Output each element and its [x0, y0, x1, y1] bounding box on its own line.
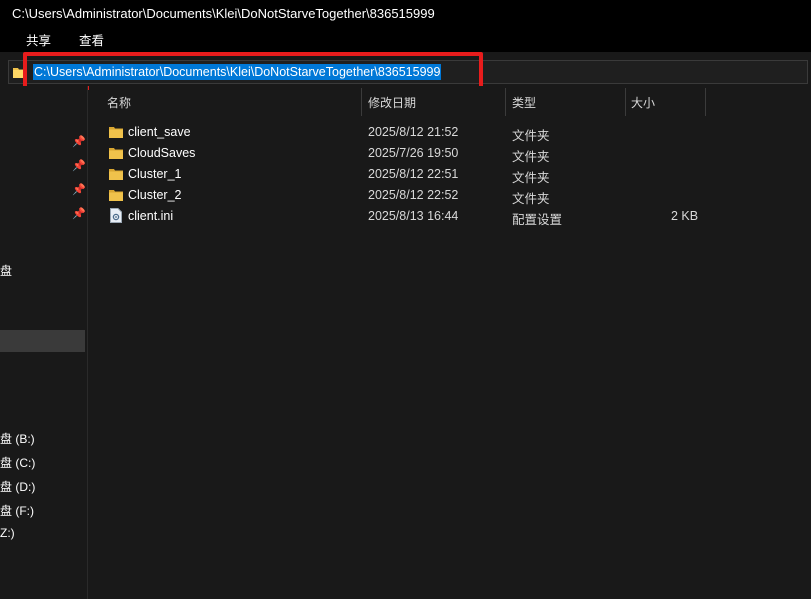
- column-divider[interactable]: [505, 88, 506, 116]
- tab-view[interactable]: 查看: [65, 30, 118, 49]
- file-row[interactable]: Cluster_2 2025/8/12 22:52 文件夹: [105, 185, 805, 206]
- folder-icon: [13, 67, 27, 78]
- navigation-pane: 📌 📌 📌 📌 盘 盘 (B:) 盘 (C:) 盘 (D:) 盘 (F:) Z:…: [0, 86, 88, 599]
- column-header-size[interactable]: 大小: [631, 90, 655, 114]
- settings-file-icon: [110, 208, 122, 223]
- column-divider[interactable]: [705, 88, 706, 116]
- file-type: 文件夹: [512, 171, 550, 185]
- file-type: 文件夹: [512, 192, 550, 206]
- sidebar-item-disk[interactable]: 盘: [0, 262, 12, 279]
- file-type: 文件夹: [512, 129, 550, 143]
- file-size: 2 KB: [671, 209, 699, 223]
- file-name: Cluster_2: [128, 188, 182, 202]
- file-row[interactable]: client_save 2025/8/12 21:52 文件夹: [105, 122, 805, 143]
- file-name: Cluster_1: [128, 167, 182, 181]
- file-list: 名称 修改日期 类型 大小 client_save 2025/8/12 21:5…: [89, 86, 811, 599]
- file-modified: 2025/8/12 22:51: [368, 167, 459, 181]
- file-type: 配置设置: [512, 213, 563, 227]
- file-modified: 2025/8/12 22:52: [368, 188, 459, 202]
- sidebar-item-selected[interactable]: [0, 330, 85, 352]
- column-header-type[interactable]: 类型: [512, 90, 536, 114]
- title-bar: C:\Users\Administrator\Documents\Klei\Do…: [0, 0, 811, 26]
- sidebar-item-drive-f[interactable]: 盘 (F:): [0, 502, 34, 519]
- file-name: client_save: [128, 125, 191, 139]
- pin-icon[interactable]: 📌: [72, 135, 86, 148]
- file-modified: 2025/8/13 16:44: [368, 209, 459, 223]
- address-bar: C:\Users\Administrator\Documents\Klei\Do…: [0, 58, 811, 86]
- column-header-name[interactable]: 名称: [107, 90, 131, 114]
- sidebar-item-drive-b[interactable]: 盘 (B:): [0, 430, 35, 447]
- pin-icon[interactable]: 📌: [72, 159, 86, 172]
- column-divider[interactable]: [625, 88, 626, 116]
- folder-icon: [109, 169, 123, 180]
- column-header-modified[interactable]: 修改日期: [368, 90, 416, 114]
- tab-share[interactable]: 共享: [12, 30, 65, 49]
- sidebar-item-drive-z[interactable]: Z:): [0, 526, 15, 540]
- sidebar-item-drive-d[interactable]: 盘 (D:): [0, 478, 35, 495]
- column-divider[interactable]: [361, 88, 362, 116]
- sidebar-item-drive-c[interactable]: 盘 (C:): [0, 454, 35, 471]
- window-title: C:\Users\Administrator\Documents\Klei\Do…: [12, 5, 435, 21]
- file-name: client.ini: [128, 209, 174, 223]
- pin-icon[interactable]: 📌: [72, 207, 86, 220]
- address-input[interactable]: C:\Users\Administrator\Documents\Klei\Do…: [8, 60, 808, 84]
- file-row[interactable]: client.ini 2025/8/13 16:44 配置设置 2 KB: [105, 206, 805, 227]
- folder-icon: [109, 127, 123, 138]
- address-path-text: C:\Users\Administrator\Documents\Klei\Do…: [33, 64, 442, 80]
- pin-icon[interactable]: 📌: [72, 183, 86, 196]
- file-row[interactable]: CloudSaves 2025/7/26 19:50 文件夹: [105, 143, 805, 164]
- file-modified: 2025/7/26 19:50: [368, 146, 459, 160]
- folder-icon: [109, 190, 123, 201]
- folder-icon: [109, 148, 123, 159]
- ribbon: 共享 查看: [0, 26, 811, 52]
- file-type: 文件夹: [512, 150, 550, 164]
- file-name: CloudSaves: [128, 146, 196, 160]
- file-modified: 2025/8/12 21:52: [368, 125, 459, 139]
- file-row[interactable]: Cluster_1 2025/8/12 22:51 文件夹: [105, 164, 805, 185]
